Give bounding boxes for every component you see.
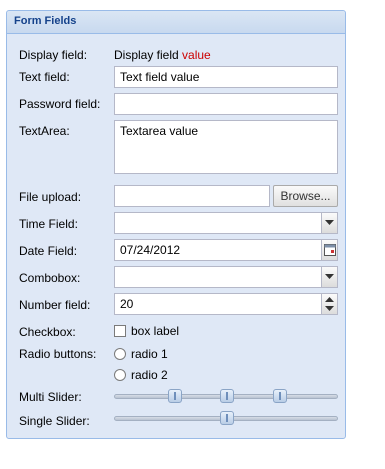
number-field-label: Number field:: [19, 298, 91, 312]
text-field-label: Text field:: [19, 70, 70, 84]
file-upload-input[interactable]: [114, 185, 270, 207]
single-slider-thumb[interactable]: [220, 411, 234, 425]
multi-slider-thumb-3[interactable]: [273, 389, 287, 403]
chevron-down-icon: [325, 220, 334, 225]
radio-1-input[interactable]: [114, 348, 126, 360]
radio-2-label: radio 2: [131, 368, 168, 382]
password-field-label: Password field:: [19, 97, 101, 111]
date-field-input[interactable]: 07/24/2012: [114, 239, 338, 261]
date-field-trigger[interactable]: [321, 239, 338, 261]
radio-2-input[interactable]: [114, 369, 126, 381]
form-panel: Form Fields Display field: Display field…: [6, 10, 346, 439]
number-field-value: 20: [120, 297, 134, 311]
multi-slider-track[interactable]: [114, 389, 338, 403]
panel-header: Form Fields: [7, 11, 345, 34]
password-field-input[interactable]: [114, 93, 338, 115]
number-field-spinner[interactable]: [321, 293, 338, 315]
file-upload-label: File upload:: [19, 190, 82, 204]
combobox-trigger[interactable]: [321, 266, 338, 288]
checkbox-box-label: box label: [131, 324, 180, 338]
time-field-label: Time Field:: [19, 217, 78, 231]
radio-buttons-label: Radio buttons:: [19, 347, 97, 361]
combobox-label: Combobox:: [19, 271, 81, 285]
time-field-trigger[interactable]: [321, 212, 338, 234]
display-field-value-prefix: Display field: [114, 48, 179, 62]
display-field-label: Display field:: [19, 48, 88, 62]
multi-slider-thumb-2[interactable]: [220, 389, 234, 403]
number-field-input[interactable]: 20: [114, 293, 338, 315]
calendar-icon: [323, 244, 336, 256]
chevron-down-icon: [325, 274, 334, 279]
multi-slider-label: Multi Slider:: [19, 390, 82, 404]
textarea-input[interactable]: Textarea value: [114, 120, 338, 174]
spinner-icon: [325, 297, 334, 311]
text-field-input[interactable]: Text field value: [114, 66, 338, 88]
checkbox-label: Checkbox:: [19, 325, 76, 339]
date-field-label: Date Field:: [19, 244, 78, 258]
radio-1-label: radio 1: [131, 347, 168, 361]
checkbox-input[interactable]: [114, 325, 126, 337]
display-field-value: Display field value: [114, 48, 211, 62]
multi-slider-thumb-1[interactable]: [168, 389, 182, 403]
date-field-value: 07/24/2012: [120, 243, 181, 257]
panel-title: Form Fields: [14, 15, 77, 27]
single-slider-label: Single Slider:: [19, 414, 90, 428]
time-field-input[interactable]: [114, 212, 338, 234]
textarea-label: TextArea:: [19, 124, 70, 138]
single-slider-track[interactable]: [114, 411, 338, 425]
browse-button[interactable]: Browse...: [273, 185, 338, 207]
display-field-value-suffix: value: [182, 48, 211, 62]
combobox-input[interactable]: [114, 266, 338, 288]
